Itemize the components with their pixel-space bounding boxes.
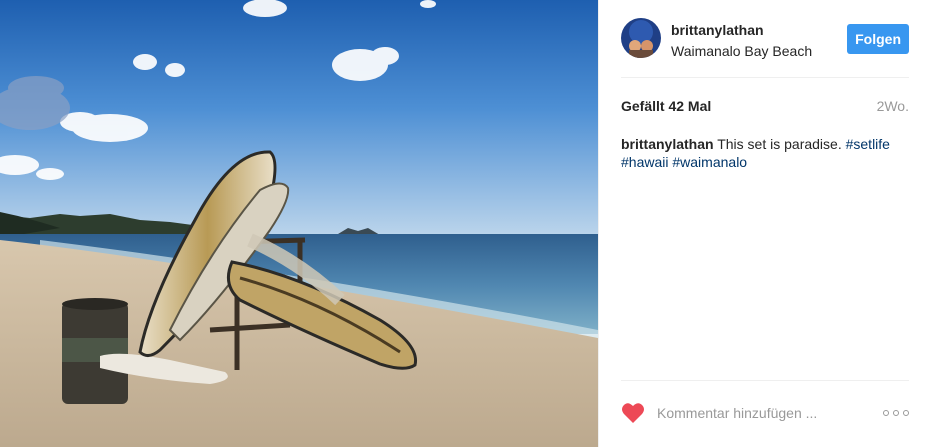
more-dot bbox=[893, 410, 899, 416]
avatar-image bbox=[621, 18, 661, 58]
post-photo[interactable] bbox=[0, 0, 598, 447]
comment-input[interactable] bbox=[655, 404, 883, 422]
caption-text: This set is paradise. bbox=[717, 136, 842, 152]
post-sidebar: brittanylathan Waimanalo Bay Beach Folge… bbox=[598, 0, 933, 447]
likes-count[interactable]: Gefällt 42 Mal bbox=[621, 98, 711, 114]
comment-divider bbox=[621, 380, 909, 381]
likes-row: Gefällt 42 Mal 2Wo. bbox=[621, 98, 909, 114]
hashtag-setlife[interactable]: #setlife bbox=[846, 136, 890, 152]
hashtag-hawaii[interactable]: #hawaii bbox=[621, 154, 668, 170]
more-dot bbox=[903, 410, 909, 416]
more-dot bbox=[883, 410, 889, 416]
follow-button[interactable]: Folgen bbox=[847, 24, 909, 54]
post-caption: brittanylathan This set is paradise. #se… bbox=[621, 135, 909, 171]
post-timestamp[interactable]: 2Wo. bbox=[877, 98, 909, 114]
username-link[interactable]: brittanylathan bbox=[671, 21, 812, 39]
hashtag-waimanalo[interactable]: #waimanalo bbox=[672, 154, 747, 170]
post-author-info: brittanylathan Waimanalo Bay Beach bbox=[671, 18, 812, 60]
header-divider bbox=[621, 77, 909, 78]
more-options-icon[interactable] bbox=[883, 408, 909, 418]
location-link[interactable]: Waimanalo Bay Beach bbox=[671, 42, 812, 60]
avatar[interactable] bbox=[621, 18, 661, 58]
comment-bar bbox=[621, 397, 909, 429]
beach-scene-image bbox=[0, 0, 598, 447]
caption-username[interactable]: brittanylathan bbox=[621, 136, 714, 152]
instagram-post: brittanylathan Waimanalo Bay Beach Folge… bbox=[0, 0, 933, 447]
post-header: brittanylathan Waimanalo Bay Beach Folge… bbox=[621, 18, 909, 78]
heart-icon[interactable] bbox=[621, 402, 645, 424]
